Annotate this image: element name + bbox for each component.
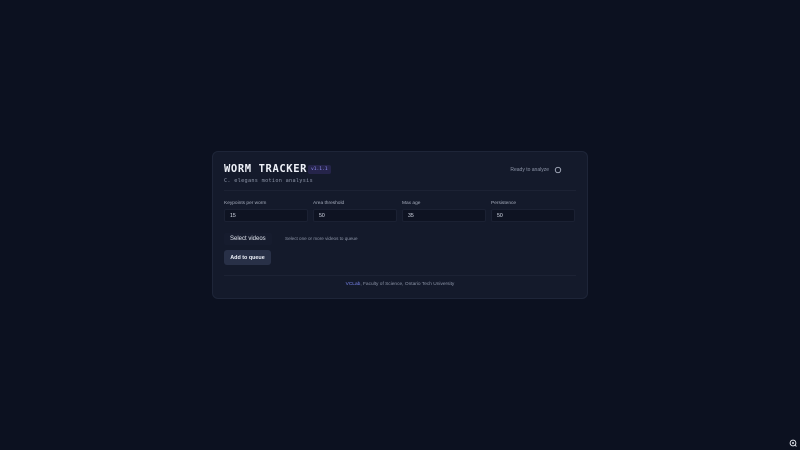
keypoints-input[interactable]	[224, 209, 308, 222]
max-age-label: Max age	[402, 201, 421, 206]
app-subtitle: C. elegans motion analysis	[224, 178, 314, 184]
keypoints-label: Keypoints per worm	[224, 201, 267, 206]
parameter-fields: Keypoints per worm Area threshold Max ag…	[224, 200, 576, 222]
status-text: Ready to analyze	[510, 167, 549, 173]
persistence-input[interactable]	[491, 209, 575, 222]
chat-icon	[789, 439, 797, 447]
select-videos-button[interactable]: Select videos	[224, 233, 272, 245]
field-max-age: Max age	[402, 200, 486, 222]
version-badge: v1.1.1	[308, 165, 331, 174]
header: WORM TRACKER v1.1.1 C. elegans motion an…	[224, 163, 576, 185]
footer-text: , Faculty of Science, Ontario Tech Unive…	[360, 282, 455, 287]
max-age-input[interactable]	[402, 209, 486, 222]
field-keypoints: Keypoints per worm	[224, 200, 308, 222]
add-to-queue-button[interactable]: Add to queue	[224, 250, 271, 265]
file-picker: Select videos Select one or more videos …	[224, 233, 576, 247]
main-card: WORM TRACKER v1.1.1 C. elegans motion an…	[212, 151, 588, 299]
file-hint: Select one or more videos to queue	[285, 236, 358, 241]
footer: VCLab, Faculty of Science, Ontario Tech …	[213, 282, 587, 287]
assistant-icon[interactable]	[789, 439, 797, 447]
header-divider	[224, 190, 576, 191]
area-threshold-label: Area threshold	[313, 201, 345, 206]
field-area-threshold: Area threshold	[313, 200, 397, 222]
persistence-label: Persistence	[491, 201, 517, 206]
area-threshold-input[interactable]	[313, 209, 397, 222]
theme-toggle-button[interactable]	[554, 166, 562, 174]
vclab-link[interactable]: VCLab	[346, 282, 361, 287]
circle-icon	[554, 166, 562, 174]
app-title: WORM TRACKER	[224, 163, 308, 175]
footer-divider	[224, 275, 576, 276]
field-persistence: Persistence	[491, 200, 575, 222]
